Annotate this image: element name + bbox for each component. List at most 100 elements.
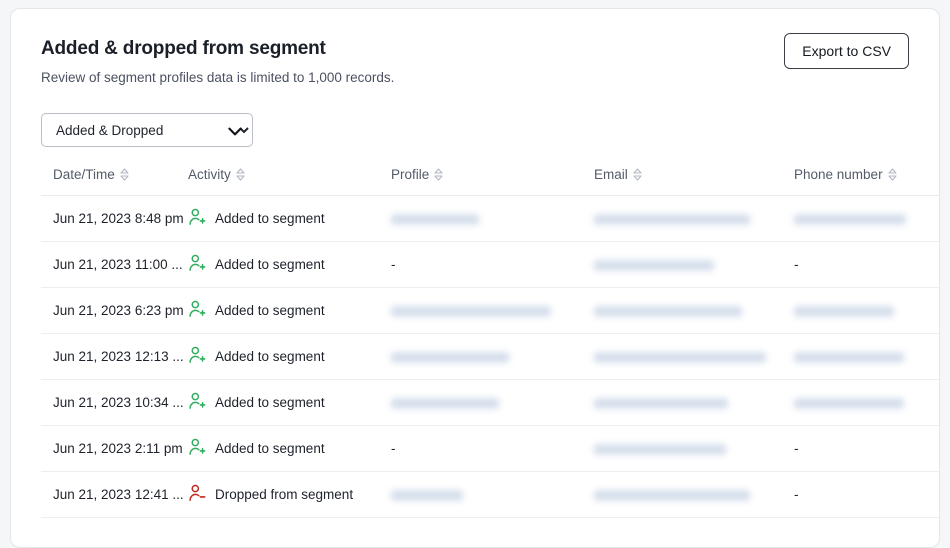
cell-profile	[391, 334, 594, 380]
person-add-icon	[188, 300, 207, 322]
cell-profile	[391, 472, 594, 518]
cell-datetime: Jun 21, 2023 2:11 pm	[41, 426, 188, 472]
table-row[interactable]: Jun 21, 2023 12:41 ... Dropped from segme…	[41, 472, 940, 518]
person-add-icon	[188, 208, 207, 230]
cell-activity: Added to segment	[188, 426, 391, 472]
profile-value: -	[391, 257, 396, 272]
table-row[interactable]: Jun 21, 2023 2:11 pm Added to segment - -	[41, 426, 940, 472]
cell-datetime: Jun 21, 2023 11:00 ...	[41, 242, 188, 288]
activity-label: Added to segment	[215, 211, 325, 226]
segment-activity-card: Added & dropped from segment Review of s…	[10, 8, 940, 548]
column-header-profile[interactable]: Profile	[391, 167, 594, 196]
card-header: Added & dropped from segment Review of s…	[11, 9, 939, 87]
table-container: Date/Time ActivityProfile Email Phone numbe…	[11, 167, 939, 518]
cell-datetime: Jun 21, 2023 10:34 ...	[41, 380, 188, 426]
column-header-label: Phone number	[794, 167, 883, 182]
phone-value: -	[794, 487, 799, 502]
sort-updown-icon[interactable]	[888, 168, 897, 184]
profile-redacted	[391, 490, 463, 501]
cell-activity: Added to segment	[188, 242, 391, 288]
phone-redacted	[794, 398, 904, 409]
phone-value: -	[794, 441, 799, 456]
profile-value: -	[391, 441, 396, 456]
cell-profile: -	[391, 426, 594, 472]
cell-phone: -	[794, 426, 940, 472]
person-add-icon	[188, 438, 207, 460]
cell-email	[594, 426, 794, 472]
email-redacted	[594, 398, 728, 409]
cell-activity: Added to segment	[188, 196, 391, 242]
page-subtitle: Review of segment profiles data is limit…	[41, 69, 909, 87]
profile-redacted	[391, 352, 509, 363]
person-add-icon	[188, 346, 207, 368]
cell-email	[594, 288, 794, 334]
segment-activity-table: Date/Time ActivityProfile Email Phone numbe…	[41, 167, 940, 518]
column-header-phone[interactable]: Phone number	[794, 167, 940, 196]
column-header-label: Profile	[391, 167, 429, 182]
sort-updown-icon[interactable]	[120, 168, 129, 184]
export-to-csv-button[interactable]: Export to CSV	[784, 33, 909, 69]
column-header-label: Date/Time	[53, 167, 115, 182]
sort-updown-icon[interactable]	[633, 168, 642, 184]
person-remove-icon	[188, 484, 207, 506]
email-redacted	[594, 490, 750, 501]
email-redacted	[594, 352, 766, 363]
cell-phone	[794, 288, 940, 334]
activity-filter[interactable]: Added & DroppedAddedDropped	[41, 113, 253, 147]
table-row[interactable]: Jun 21, 2023 8:48 pm Added to segment	[41, 196, 940, 242]
cell-phone: -	[794, 472, 940, 518]
cell-phone	[794, 334, 940, 380]
column-header-activity[interactable]: Activity	[188, 167, 391, 196]
cell-email	[594, 196, 794, 242]
phone-redacted	[794, 352, 904, 363]
table-row[interactable]: Jun 21, 2023 6:23 pmAdded to segment	[41, 288, 940, 334]
cell-activity: Added to segment	[188, 380, 391, 426]
page-title: Added & dropped from segment	[41, 37, 909, 61]
activity-label: Added to segment	[215, 395, 325, 410]
activity-filter-select[interactable]: Added & DroppedAddedDropped	[41, 113, 253, 147]
cell-profile	[391, 288, 594, 334]
sort-updown-icon[interactable]	[236, 168, 245, 184]
activity-label: Added to segment	[215, 349, 325, 364]
phone-value: -	[794, 257, 799, 272]
cell-phone	[794, 380, 940, 426]
cell-email	[594, 242, 794, 288]
person-add-icon	[188, 254, 207, 276]
table-header-row: Date/Time ActivityProfile Email Phone numbe…	[41, 167, 940, 196]
cell-profile	[391, 196, 594, 242]
email-redacted	[594, 306, 742, 317]
person-add-icon	[188, 392, 207, 414]
activity-label: Added to segment	[215, 257, 325, 272]
cell-activity: Added to segment	[188, 288, 391, 334]
table-head: Date/Time ActivityProfile Email Phone numbe…	[41, 167, 940, 196]
column-header-datetime[interactable]: Date/Time	[41, 167, 188, 196]
profile-redacted	[391, 398, 499, 409]
cell-email	[594, 380, 794, 426]
cell-activity: Dropped from segment	[188, 472, 391, 518]
email-redacted	[594, 260, 714, 271]
email-redacted	[594, 214, 750, 225]
activity-label: Added to segment	[215, 441, 325, 456]
activity-label: Dropped from segment	[215, 487, 353, 502]
column-header-label: Email	[594, 167, 628, 182]
profile-redacted	[391, 214, 479, 225]
cell-email	[594, 472, 794, 518]
table-body: Jun 21, 2023 8:48 pmAdded to segmentJun …	[41, 196, 940, 518]
table-row[interactable]: Jun 21, 2023 12:13 ... Added to segment	[41, 334, 940, 380]
cell-datetime: Jun 21, 2023 12:41 ...	[41, 472, 188, 518]
table-row[interactable]: Jun 21, 2023 11:00 ... Added to segment - -	[41, 242, 940, 288]
cell-datetime: Jun 21, 2023 8:48 pm	[41, 196, 188, 242]
table-row[interactable]: Jun 21, 2023 10:34 ... Added to segment	[41, 380, 940, 426]
email-redacted	[594, 444, 726, 455]
activity-label: Added to segment	[215, 303, 325, 318]
cell-profile	[391, 380, 594, 426]
sort-updown-icon[interactable]	[434, 168, 443, 184]
cell-activity: Added to segment	[188, 334, 391, 380]
cell-email	[594, 334, 794, 380]
cell-datetime: Jun 21, 2023 12:13 ...	[41, 334, 188, 380]
cell-phone: -	[794, 242, 940, 288]
phone-redacted	[794, 214, 906, 225]
cell-profile: -	[391, 242, 594, 288]
column-header-email[interactable]: Email	[594, 167, 794, 196]
phone-redacted	[794, 306, 894, 317]
